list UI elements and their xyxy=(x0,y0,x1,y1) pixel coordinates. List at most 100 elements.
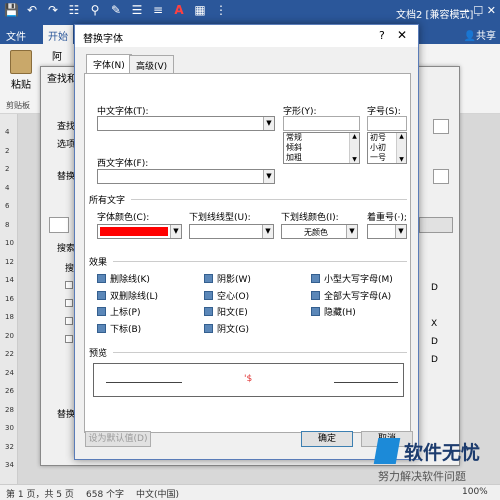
window-controls[interactable]: — ☐ ✕ xyxy=(459,4,496,17)
checkbox-indeterminate-icon xyxy=(97,323,106,333)
vertical-ruler: 4 2 2 4 6 8 10 12 14 16 18 20 22 24 26 28 30 32 34 xyxy=(0,114,18,484)
checkbox-indeterminate-icon xyxy=(97,274,106,283)
save-icon[interactable]: 💾 xyxy=(4,3,19,17)
ruler-number: 30 xyxy=(5,424,14,432)
effect-label: 阴文(G) xyxy=(217,324,249,335)
western-font-dropdown[interactable]: ▼ xyxy=(97,169,275,184)
effect-checkbox[interactable]: 阳文(E) xyxy=(204,305,248,318)
scroll-up-icon: ▲ xyxy=(352,133,357,140)
replace-label: 替换 xyxy=(57,172,76,182)
table-icon[interactable]: ▦ xyxy=(193,3,207,17)
replace-font-dialog: 替换字体 ? ✕ 字体(N) 高级(V) 中文字体(T): ▼ 字形(Y): 常… xyxy=(74,24,419,460)
scrollbar[interactable]: ▲ ▼ xyxy=(349,133,359,163)
find-label: 查找 xyxy=(57,122,76,132)
chevron-down-icon: ▼ xyxy=(170,225,181,238)
find-replace-title: 查找和 xyxy=(47,74,77,85)
effects-heading: 效果 xyxy=(89,258,108,268)
share-button[interactable]: 👤共享 xyxy=(464,27,496,42)
scroll-down-icon: ▼ xyxy=(399,156,404,163)
zoom-icon[interactable]: ⚲ xyxy=(88,3,102,17)
effect-checkbox[interactable]: 小型大写字母(M) xyxy=(311,272,393,285)
ruler-number: 14 xyxy=(5,276,14,284)
separator xyxy=(131,199,407,200)
chinese-font-dropdown[interactable]: ▼ xyxy=(97,116,275,131)
font-color-label: 字体颜色(C): xyxy=(97,213,150,223)
ruler-number: 16 xyxy=(5,294,14,303)
preview-baseline xyxy=(106,382,182,383)
ruler-number: 2 xyxy=(5,165,10,173)
effect-checkbox[interactable]: 阴文(G) xyxy=(204,322,249,335)
close-icon[interactable]: ✕ xyxy=(397,28,407,42)
font-tab-panel: 中文字体(T): ▼ 字形(Y): 常规 倾斜 加粗 ▲ ▼ 字号(S): 初号 … xyxy=(84,73,411,433)
replace-dropdown[interactable] xyxy=(433,169,449,184)
size-input[interactable] xyxy=(367,116,407,131)
ok-button[interactable]: 确定 xyxy=(301,431,353,447)
preview-baseline xyxy=(334,382,398,383)
effect-label: 隐藏(H) xyxy=(324,308,356,318)
checkbox-indeterminate-icon xyxy=(97,307,106,316)
underline-color-value: 无颜色 xyxy=(304,228,328,237)
preview-heading: 预览 xyxy=(89,349,108,359)
option-checkbox[interactable] xyxy=(65,317,73,325)
format-painter-icon[interactable]: ✎ xyxy=(109,3,123,17)
effect-checkbox[interactable]: 下标(B) xyxy=(97,322,141,335)
underline-style-dropdown[interactable]: ▼ xyxy=(189,224,274,239)
font-color-icon[interactable]: A xyxy=(172,3,186,17)
paragraph-icon[interactable]: ☰ xyxy=(130,3,144,17)
more-icon[interactable]: ⋮ xyxy=(214,3,228,17)
separator xyxy=(113,352,407,353)
cancel-button[interactable] xyxy=(419,217,453,233)
tab-home[interactable]: 开始 xyxy=(43,25,73,44)
underline-color-dropdown[interactable]: 无颜色 ▼ xyxy=(281,224,358,239)
size-list[interactable]: 初号 小初 一号 ▲ ▼ xyxy=(367,132,407,164)
ruler-number: 32 xyxy=(5,442,14,451)
align-icon[interactable]: ≡ xyxy=(151,3,165,17)
effect-checkbox[interactable]: 删除线(K) xyxy=(97,272,150,285)
style-input[interactable] xyxy=(283,116,360,131)
scrollbar[interactable]: ▲ ▼ xyxy=(396,133,406,163)
option-letter: D xyxy=(431,337,438,347)
redo-icon[interactable]: ↷ xyxy=(46,3,60,17)
quick-access-toolbar: 💾 ↶ ↷ ☷ ⚲ ✎ ☰ ≡ A ▦ ⋮ xyxy=(4,3,228,17)
underline-style-label: 下划线线型(U): xyxy=(189,213,251,223)
font-color-dropdown[interactable]: ▼ xyxy=(97,224,182,239)
paste-button[interactable]: 粘贴 xyxy=(6,50,36,91)
word-count[interactable]: 658 个字 xyxy=(86,487,124,500)
chevron-down-icon: ▼ xyxy=(263,170,274,183)
option-checkbox[interactable] xyxy=(65,281,73,289)
tab-advanced[interactable]: 高级(V) xyxy=(129,55,175,73)
western-font-label: 西文字体(F): xyxy=(97,159,149,169)
underline-color-label: 下划线颜色(I): xyxy=(281,213,339,223)
set-default-button[interactable]: 设为默认值(D) xyxy=(85,431,151,447)
effect-checkbox[interactable]: 双删除线(L) xyxy=(97,289,158,302)
effect-checkbox[interactable]: 阴影(W) xyxy=(204,272,251,285)
effect-checkbox[interactable]: 上标(P) xyxy=(97,305,140,318)
tab-font[interactable]: 字体(N) xyxy=(86,54,132,74)
style-list[interactable]: 常规 倾斜 加粗 ▲ ▼ xyxy=(283,132,360,164)
list-item[interactable]: 常规 xyxy=(284,133,359,143)
undo-icon[interactable]: ↶ xyxy=(25,3,39,17)
font-name-box[interactable]: 阿 xyxy=(52,48,62,63)
chevron-down-icon: ▼ xyxy=(346,225,357,238)
share-label: 共享 xyxy=(476,31,496,42)
search-sub-label: 搜 xyxy=(65,264,75,274)
option-letter: D xyxy=(431,355,438,365)
help-icon[interactable]: ? xyxy=(379,29,385,42)
tab-file[interactable]: 文件 xyxy=(6,28,26,43)
less-button[interactable] xyxy=(49,217,69,233)
effect-checkbox[interactable]: 空心(O) xyxy=(204,289,249,302)
page-count[interactable]: 第 1 页，共 5 页 xyxy=(6,487,74,500)
title-bar: 💾 ↶ ↷ ☷ ⚲ ✎ ☰ ≡ A ▦ ⋮ 文档2 [兼容模式] - — ☐ ✕ xyxy=(0,0,500,24)
option-checkbox[interactable] xyxy=(65,335,73,343)
effect-checkbox[interactable]: 全部大写字母(A) xyxy=(311,289,391,302)
list-item[interactable]: 加粗 xyxy=(284,153,359,163)
list-item[interactable]: 倾斜 xyxy=(284,143,359,153)
option-checkbox[interactable] xyxy=(65,299,73,307)
print-preview-icon[interactable]: ☷ xyxy=(67,3,81,17)
ruler-number: 28 xyxy=(5,405,14,414)
all-text-heading: 所有文字 xyxy=(89,196,126,206)
effect-checkbox[interactable]: 隐藏(H) xyxy=(311,305,356,318)
find-dropdown[interactable] xyxy=(433,119,449,134)
emphasis-dropdown[interactable]: ▼ xyxy=(367,224,407,239)
language[interactable]: 中文(中国) xyxy=(136,487,179,500)
